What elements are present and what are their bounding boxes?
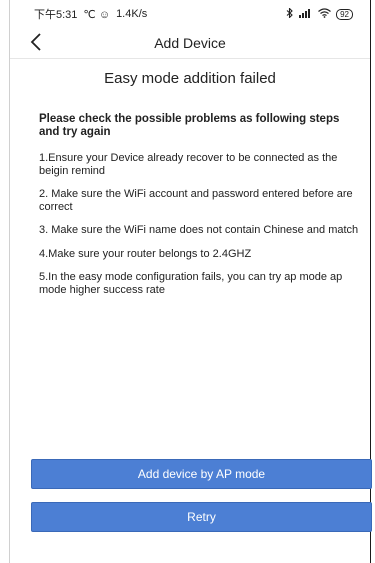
signal-icon [299,8,313,21]
step-2: 2. Make sure the WiFi account and passwo… [39,188,353,213]
troubleshooting-steps: Please check the possible problems as fo… [39,113,359,307]
network-speed: 1.4K/s [116,8,148,20]
add-device-ap-mode-button[interactable]: Add device by AP mode [31,459,372,489]
status-time: 下午5:31 [34,9,78,21]
status-notification-icons: ℃ ☺ [83,8,111,21]
page-title: Add Device [154,35,226,51]
step-5: 5.In the easy mode configuration fails, … [39,271,343,296]
status-bar: 下午5:31 ℃ ☺ 1.4K/s 92 [0,0,375,28]
wifi-icon [318,7,331,21]
battery-icon: 92 [336,8,353,20]
title-bar: Add Device [10,28,370,59]
bluetooth-icon [286,6,294,21]
failure-heading: Easy mode addition failed [104,70,276,87]
add-device-screen: 下午5:31 ℃ ☺ 1.4K/s 92 Add Device Easy mod… [0,0,375,563]
intro-text: Please check the possible problems as fo… [39,113,340,138]
step-1: 1.Ensure your Device already recover to … [39,152,338,177]
step-4: 4.Make sure your router belongs to 2.4GH… [39,247,252,260]
status-right: 92 [286,6,353,21]
retry-button[interactable]: Retry [31,502,372,532]
step-3: 3. Make sure the WiFi name does not cont… [39,224,359,236]
status-left: 下午5:31 ℃ ☺ 1.4K/s [34,6,147,22]
